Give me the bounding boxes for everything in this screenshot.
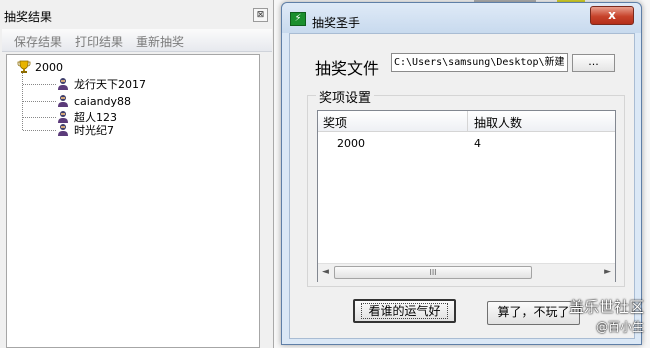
- person-icon: [58, 124, 68, 136]
- person-icon: [58, 78, 68, 90]
- cell-prize: 2000: [337, 137, 365, 150]
- tree-root-node[interactable]: 2000: [17, 59, 63, 75]
- prize-list[interactable]: 奖项 抽取人数 2000 4 ◄ III ►: [317, 110, 616, 282]
- column-header-count[interactable]: 抽取人数: [474, 114, 522, 131]
- result-panel: 抽奖结果 ⊠ 保存结果 打印结果 重新抽奖 2000 龙行天下2017 caia…: [0, 0, 274, 348]
- tree-child-node[interactable]: 龙行天下2017: [56, 76, 146, 92]
- dialog-client: 抽奖文件 C:\Users\samsung\Desktop\新建 ... 奖项设…: [289, 33, 635, 339]
- tree-connector: [23, 101, 56, 102]
- file-path-input[interactable]: C:\Users\samsung\Desktop\新建: [391, 53, 568, 72]
- tree-connector: [23, 130, 56, 131]
- tree-root-label: 2000: [35, 60, 63, 74]
- browse-button[interactable]: ...: [572, 54, 615, 72]
- quit-button[interactable]: 算了，不玩了: [487, 301, 580, 325]
- app-icon: ⚡: [290, 12, 306, 26]
- tree-child-node[interactable]: caiandy88: [56, 93, 131, 109]
- column-separator[interactable]: [467, 111, 468, 131]
- column-header-prize[interactable]: 奖项: [323, 114, 347, 131]
- menu-redraw[interactable]: 重新抽奖: [136, 33, 184, 50]
- menu-save-result[interactable]: 保存结果: [14, 33, 62, 50]
- dialog-title: 抽奖圣手: [312, 16, 361, 30]
- cell-count: 4: [474, 137, 481, 150]
- file-label: 抽奖文件: [315, 59, 380, 78]
- result-panel-title: 抽奖结果: [4, 10, 53, 24]
- draw-button[interactable]: 看谁的运气好: [353, 299, 456, 323]
- list-header: 奖项 抽取人数: [318, 111, 615, 132]
- menubar: 保存结果 打印结果 重新抽奖: [2, 29, 272, 52]
- person-icon: [58, 95, 68, 107]
- group-title: 奖项设置: [316, 87, 375, 106]
- menu-print-result[interactable]: 打印结果: [75, 33, 123, 50]
- tree-child-node[interactable]: 时光纪7: [56, 122, 114, 138]
- lottery-dialog: ⚡ 抽奖圣手 x 抽奖文件 C:\Users\samsung\Desktop\新…: [281, 2, 642, 345]
- tree-connector: [23, 84, 56, 85]
- horizontal-scrollbar[interactable]: ◄ III ►: [318, 263, 615, 282]
- scroll-left-icon[interactable]: ◄: [322, 267, 329, 277]
- result-tree[interactable]: 2000 龙行天下2017 caiandy88 超人123 时光纪7: [6, 54, 260, 348]
- panel-close-button[interactable]: ⊠: [253, 8, 268, 22]
- tree-connector: [23, 117, 56, 118]
- watermark-handle: @百小生: [595, 320, 644, 334]
- trophy-icon: [17, 60, 31, 73]
- scroll-right-icon[interactable]: ►: [604, 267, 611, 277]
- tree-child-label: 时光纪7: [74, 124, 114, 137]
- tree-child-label: caiandy88: [74, 94, 132, 108]
- watermark-text: 盖乐世社区: [568, 298, 644, 316]
- tree-child-label: 龙行天下2017: [74, 78, 146, 91]
- close-button[interactable]: x: [590, 6, 634, 25]
- scroll-thumb[interactable]: III: [334, 266, 532, 279]
- dialog-titlebar[interactable]: ⚡ 抽奖圣手 x: [282, 3, 641, 33]
- draw-button-label: 看谁的运气好: [361, 303, 448, 319]
